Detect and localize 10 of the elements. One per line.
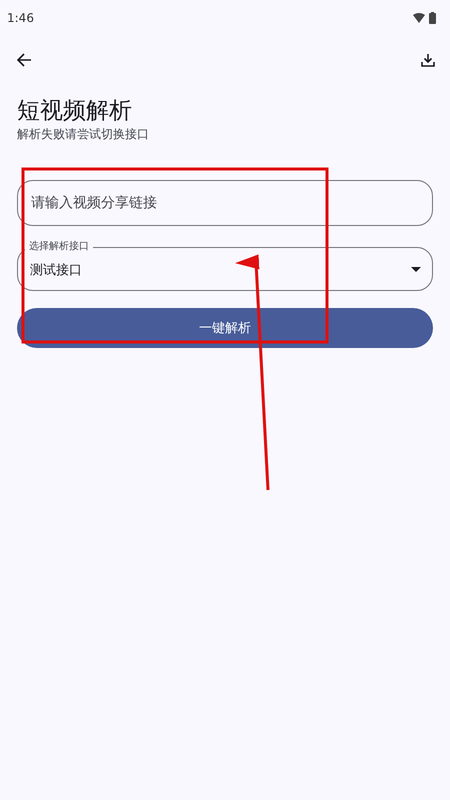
parse-button[interactable]: 一键解析: [17, 308, 433, 348]
page-subtitle: 解析失败请尝试切换接口: [17, 126, 150, 143]
wifi-icon: [413, 13, 425, 23]
link-input-field[interactable]: 请输入视频分享链接: [17, 180, 433, 226]
select-value: 测试接口: [30, 262, 82, 279]
api-select-field[interactable]: 选择解析接口 测试接口: [17, 240, 433, 291]
page-title: 短视频解析: [17, 97, 133, 126]
dropdown-caret-icon: [411, 266, 421, 272]
battery-icon: [429, 12, 436, 24]
status-time: 1:46: [7, 11, 34, 25]
